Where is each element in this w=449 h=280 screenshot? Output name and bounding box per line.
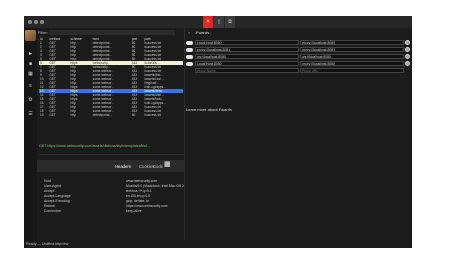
detail-tabs: Headers Cookies Code ▦ (37, 160, 184, 172)
avatar[interactable] (25, 30, 36, 41)
forward-from-input[interactable]: Local Host 8080 (195, 61, 299, 66)
forward-toggle[interactable] (186, 55, 193, 59)
forward-from-input[interactable]: Local Host 8080 (195, 40, 299, 45)
forward-row: Local Host 8080 proxy://localhost:8080 ⊖ (186, 40, 412, 46)
status-text: Ready — Untitled.httpview (26, 242, 69, 246)
tab-headers[interactable]: Headers (115, 164, 131, 169)
table-cell: detectportal... (92, 113, 112, 117)
forward-row: Local Host 8080 proxy://localhost:8080 ⊖ (186, 61, 412, 67)
pane-divider[interactable] (184, 28, 185, 240)
zoom-window-dot[interactable] (40, 20, 44, 24)
close-window-dot[interactable] (28, 20, 32, 24)
forward-to-input[interactable]: proxy://localhost:8080 (300, 61, 404, 66)
forward-toggle[interactable] (186, 62, 193, 66)
remove-icon[interactable]: ⊖ (405, 40, 410, 45)
table-cell: 80 (131, 113, 136, 117)
header-name: Connection (44, 209, 62, 213)
grid-icon[interactable]: ▦ (28, 72, 33, 77)
tab-code[interactable]: Code (153, 164, 163, 169)
split-icon[interactable]: ⧉ (225, 16, 235, 28)
forward-row: proxy://localhost:8081 proxy://localhost… (186, 47, 412, 53)
proxy-url-input[interactable]: Proxy URL (300, 68, 404, 73)
forward-to-input[interactable]: proxy://localhost:8080 (300, 40, 404, 45)
new-forward-row: Proxy Name Proxy URL (186, 68, 412, 74)
close-icon[interactable]: × (188, 30, 190, 35)
table-row[interactable]: 19 GET http detectportal... 80/success.txt (39, 113, 183, 117)
tab-cookies[interactable]: Cookies (139, 164, 154, 169)
filter-label: Filter: (38, 30, 48, 35)
app-window: × ▯ ⧉ ► ■ ▦ ≡ ⚙ ☰ Filter: id method sche… (24, 16, 412, 248)
forward-to-input[interactable]: ws://localhost:8080 (300, 54, 404, 59)
forward-to-input[interactable]: proxy://localhost:8081 (300, 47, 404, 52)
requests-table: id method scheme host port path 1 GET http… (39, 37, 183, 117)
grid-icon[interactable]: ▦ (164, 161, 171, 168)
table-cell: GET (49, 113, 56, 117)
stop-icon[interactable]: ■ (28, 62, 33, 67)
menu-icon[interactable]: ☰ (28, 112, 33, 117)
forward-row: ws://localhost:8080 ws://localhost:8080 … (186, 54, 412, 60)
remove-icon[interactable]: ⊖ (405, 61, 410, 66)
title-bar: × ▯ ⧉ (24, 16, 412, 28)
request-line: GET https://www.webscurity.com/assets/di… (39, 144, 150, 148)
filter-input[interactable] (49, 30, 175, 35)
minimize-window-dot[interactable] (34, 20, 38, 24)
table-cell: /success.txt (144, 113, 161, 117)
proxy-name-input[interactable]: Proxy Name (195, 68, 299, 73)
gear-icon[interactable]: ⚙ (28, 98, 33, 103)
list-icon[interactable]: ≡ (28, 84, 33, 89)
header-value: keep-alive (126, 209, 142, 213)
panel-icon[interactable]: ▯ (214, 16, 224, 28)
forward-from-input[interactable]: proxy://localhost:8081 (195, 47, 299, 52)
forward-toggle[interactable] (186, 48, 193, 52)
table-cell: http (70, 113, 76, 117)
remove-icon[interactable]: ⊖ (405, 54, 410, 59)
remove-icon[interactable]: ⊖ (405, 47, 410, 52)
play-icon[interactable]: ► (28, 52, 33, 57)
forward-toggle[interactable] (186, 41, 193, 45)
learn-more-link[interactable]: Learn more about Fwards (186, 107, 232, 112)
status-bar: Ready — Untitled.httpview (24, 240, 412, 248)
forward-from-input[interactable]: ws://localhost:8080 (195, 54, 299, 59)
table-cell: 19 (40, 113, 44, 117)
forwards-title: Fwards (196, 30, 210, 35)
divider (39, 154, 184, 155)
close-icon[interactable]: × (203, 16, 213, 28)
sidebar: ► ■ ▦ ≡ ⚙ ☰ (24, 28, 37, 241)
